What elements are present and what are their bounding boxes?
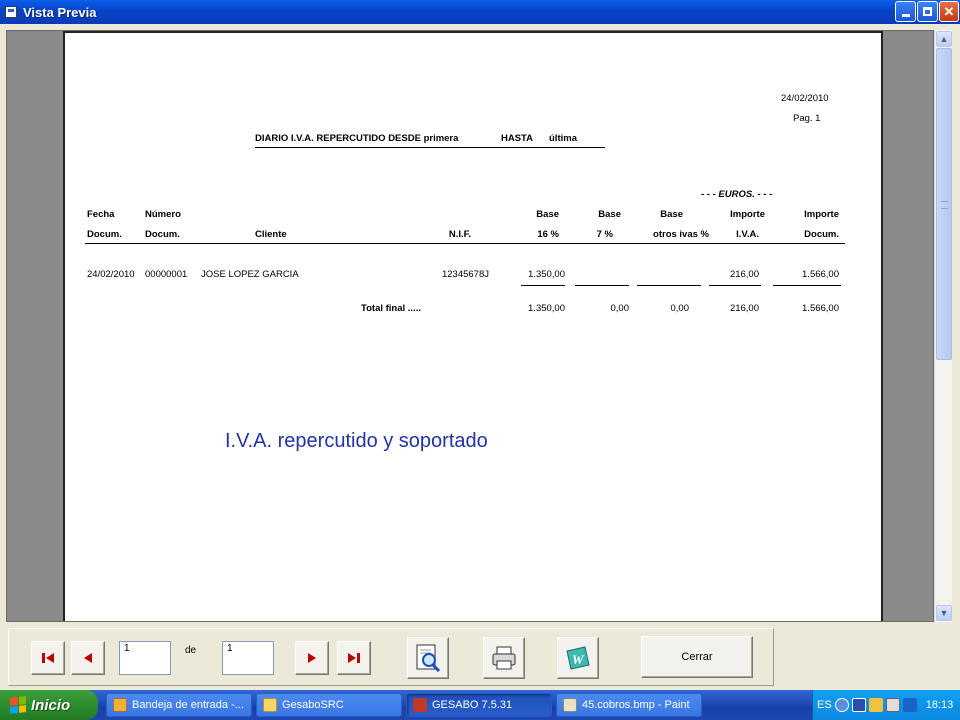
- maximize-button[interactable]: [917, 1, 938, 22]
- clock[interactable]: 18:13: [926, 699, 954, 711]
- task-gesabosrc[interactable]: GesaboSRC: [256, 693, 402, 717]
- of-label: de: [185, 645, 197, 656]
- subtotal-line: [521, 285, 565, 286]
- minimize-button[interactable]: [895, 1, 916, 22]
- antivirus-icon[interactable]: [851, 698, 866, 712]
- header-16: 16 %: [537, 229, 559, 240]
- header-cliente: Cliente: [255, 229, 287, 240]
- zoom-icon: [416, 644, 441, 673]
- subtotal-line: [709, 285, 761, 286]
- header-otros-ivas: otros ivas %: [653, 229, 709, 240]
- currency-caption: - - - EUROS. - - -: [701, 189, 773, 200]
- row-fecha: 24/02/2010: [87, 269, 135, 280]
- zoom-button[interactable]: [407, 637, 449, 679]
- task-inbox[interactable]: Bandeja de entrada -...: [106, 693, 252, 717]
- previous-page-button[interactable]: [71, 641, 105, 675]
- language-indicator[interactable]: ES: [817, 699, 832, 711]
- volume-icon[interactable]: [902, 698, 917, 712]
- report-hasta-label: HASTA: [501, 133, 534, 144]
- header-7: 7 %: [596, 229, 613, 240]
- svg-text:W: W: [572, 652, 585, 667]
- header-importe-docum: Importe: [804, 209, 839, 220]
- total-importe: 1.566,00: [802, 303, 839, 314]
- first-page-icon: [42, 653, 54, 663]
- header-importe-iva: Importe: [730, 209, 765, 220]
- tray-arrow-icon[interactable]: [834, 698, 849, 712]
- report-page-number: Pag. 1: [793, 113, 821, 124]
- row-iva: 216,00: [729, 269, 759, 280]
- system-tray: ES 18:13: [812, 690, 960, 720]
- row-base16: 1.350,00: [528, 269, 565, 280]
- printer-icon: [492, 646, 516, 670]
- header-base-7: Base: [598, 209, 621, 220]
- header-iva: I.V.A.: [736, 229, 759, 240]
- taskbar: Inicio Bandeja de entrada -... GesaboSRC…: [0, 690, 960, 720]
- window-title: Vista Previa: [23, 4, 97, 20]
- previous-page-icon: [84, 653, 92, 663]
- tray-app-icon[interactable]: [868, 698, 883, 712]
- header-docum-2: Docum.: [145, 229, 180, 240]
- task-gesabo[interactable]: GESABO 7.5.31: [406, 693, 552, 717]
- preview-toolbar: 1 de 1 W Cerrar: [8, 628, 774, 686]
- report-date: 24/02/2010: [781, 93, 829, 104]
- header-docum-1: Docum.: [87, 229, 122, 240]
- outlook-icon: [113, 698, 127, 712]
- task-label: 45.cobros.bmp - Paint: [582, 699, 690, 711]
- start-label: Inicio: [31, 696, 71, 714]
- header-docum-3: Docum.: [804, 229, 839, 240]
- row-nif: 12345678J: [441, 269, 489, 280]
- export-word-icon: W: [566, 646, 590, 670]
- row-cliente: JOSE LOPEZ GARCIA: [201, 269, 299, 280]
- total-otros: 0,00: [670, 303, 690, 314]
- total-base16: 1.350,00: [528, 303, 565, 314]
- print-button[interactable]: [483, 637, 525, 679]
- header-numero: Número: [145, 209, 181, 220]
- task-label: GESABO 7.5.31: [432, 699, 513, 711]
- windows-logo-icon: [10, 696, 26, 714]
- paint-icon: [563, 698, 577, 712]
- total-pages-field: 1: [222, 641, 274, 675]
- gesabo-app-icon: [413, 698, 427, 712]
- next-page-button[interactable]: [295, 641, 329, 675]
- header-underline: [85, 243, 845, 244]
- total-label: Total final .....: [361, 303, 421, 314]
- start-button[interactable]: Inicio: [0, 690, 98, 720]
- scroll-down-button[interactable]: ▼: [936, 605, 952, 621]
- first-page-button[interactable]: [31, 641, 65, 675]
- header-base-otros: Base: [660, 209, 683, 220]
- subtotal-line: [773, 285, 841, 286]
- caption-text: I.V.A. repercutido y soportado: [225, 430, 488, 452]
- subtotal-line: [637, 285, 701, 286]
- report-page: 24/02/2010 Pag. 1 DIARIO I.V.A. REPERCUT…: [63, 31, 883, 621]
- subtotal-line: [575, 285, 629, 286]
- task-paint[interactable]: 45.cobros.bmp - Paint: [556, 693, 702, 717]
- row-numero: 00000001: [145, 269, 188, 280]
- last-page-icon: [348, 653, 360, 663]
- header-fecha: Fecha: [87, 209, 115, 220]
- close-button[interactable]: ✕: [939, 1, 959, 22]
- title-bar: Vista Previa ✕: [0, 0, 960, 24]
- export-button[interactable]: W: [557, 637, 599, 679]
- row-importe: 1.566,00: [802, 269, 839, 280]
- next-page-icon: [308, 653, 316, 663]
- vertical-scrollbar[interactable]: ▲ ▼: [934, 30, 952, 622]
- header-nif: N.I.F.: [448, 229, 471, 240]
- header-base-16: Base: [536, 209, 559, 220]
- network-icon[interactable]: [885, 698, 900, 712]
- report-title: DIARIO I.V.A. REPERCUTIDO DESDE primera: [255, 133, 459, 144]
- task-label: GesaboSRC: [282, 699, 344, 711]
- window-icon: [5, 6, 17, 18]
- report-hasta-value: última: [549, 133, 577, 144]
- last-page-button[interactable]: [337, 641, 371, 675]
- title-underline: [255, 147, 605, 148]
- task-label: Bandeja de entrada -...: [132, 699, 244, 711]
- folder-icon: [263, 698, 277, 712]
- scroll-up-button[interactable]: ▲: [936, 31, 952, 47]
- total-base7: 0,00: [610, 303, 630, 314]
- total-iva: 216,00: [729, 303, 759, 314]
- scroll-thumb[interactable]: [936, 48, 952, 360]
- print-preview-area: 24/02/2010 Pag. 1 DIARIO I.V.A. REPERCUT…: [6, 30, 934, 622]
- close-preview-button[interactable]: Cerrar: [641, 636, 753, 678]
- current-page-input[interactable]: 1: [119, 641, 171, 675]
